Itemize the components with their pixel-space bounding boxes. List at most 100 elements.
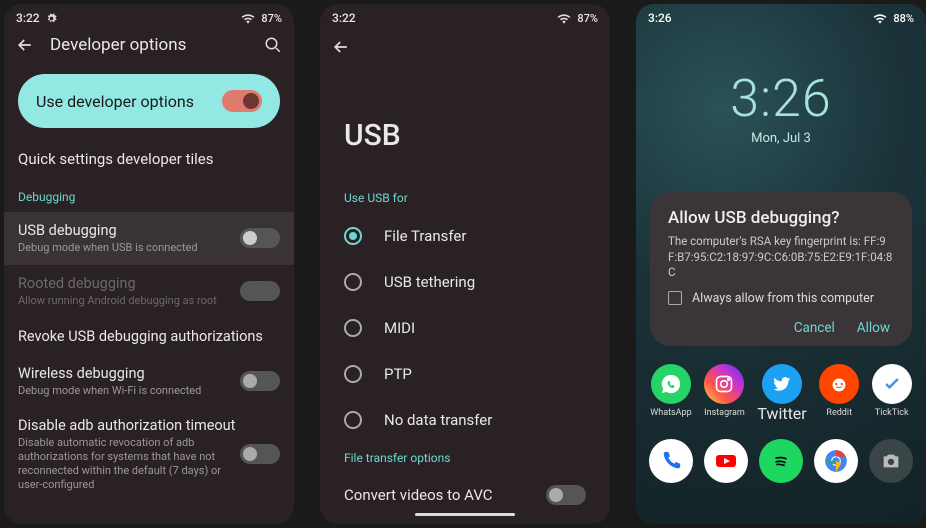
spotify-icon[interactable] xyxy=(759,439,803,483)
wifi-icon xyxy=(241,13,255,24)
wireless-debugging-title: Wireless debugging xyxy=(18,365,240,382)
convert-avc-row[interactable]: Convert videos to AVC xyxy=(320,473,610,517)
twitter-icon xyxy=(762,364,802,404)
radio-label: No data transfer xyxy=(384,411,492,429)
convert-avc-toggle[interactable] xyxy=(546,485,586,505)
dialog-title: Allow USB debugging? xyxy=(668,208,894,228)
usb-debugging-row[interactable]: USB debugging Debug mode when USB is con… xyxy=(4,212,294,265)
search-icon[interactable] xyxy=(262,34,284,56)
always-allow-row[interactable]: Always allow from this computer xyxy=(668,291,894,306)
radio-midi[interactable]: MIDI xyxy=(320,305,610,351)
adb-timeout-title: Disable adb authorization timeout xyxy=(18,417,240,434)
status-bar: 3:22 87% xyxy=(320,4,610,28)
master-toggle-label: Use developer options xyxy=(36,92,222,111)
app-whatsapp[interactable]: WhatsApp xyxy=(650,364,691,423)
lock-screen-dialog: 3:26 88% 3:26 Mon, Jul 3 Allow USB debug… xyxy=(636,4,926,524)
app-label: TickTick xyxy=(875,408,909,418)
revoke-auth-title: Revoke USB debugging authorizations xyxy=(18,328,280,345)
radio-usb-tethering[interactable]: USB tethering xyxy=(320,259,610,305)
radio-icon[interactable] xyxy=(344,273,362,291)
status-bar: 3:26 88% xyxy=(636,4,926,28)
radio-label: File Transfer xyxy=(384,227,466,245)
radio-icon[interactable] xyxy=(344,411,362,429)
master-toggle-row[interactable]: Use developer options xyxy=(18,74,280,128)
usb-debugging-toggle[interactable] xyxy=(240,228,280,248)
usb-debugging-title: USB debugging xyxy=(18,222,240,239)
rooted-debugging-title: Rooted debugging xyxy=(18,275,240,292)
battery-percent: 87% xyxy=(577,12,598,25)
camera-icon[interactable] xyxy=(869,439,913,483)
app-ticktick[interactable]: TickTick xyxy=(872,364,912,423)
cancel-button[interactable]: Cancel xyxy=(794,320,835,336)
dialog-actions: Cancel Allow xyxy=(668,320,894,336)
instagram-icon xyxy=(704,364,744,404)
lock-date: Mon, Jul 3 xyxy=(636,131,926,146)
phone-app-icon[interactable] xyxy=(649,439,693,483)
reddit-icon xyxy=(819,364,859,404)
app-label: WhatsApp xyxy=(650,408,691,418)
battery-percent: 87% xyxy=(261,12,282,25)
status-bar: 3:22 87% xyxy=(4,4,294,28)
status-time: 3:22 xyxy=(16,11,40,25)
wireless-debugging-desc: Debug mode when Wi-Fi is connected xyxy=(18,384,240,398)
wireless-debugging-toggle[interactable] xyxy=(240,371,280,391)
adb-timeout-desc: Disable automatic revocation of adb auth… xyxy=(18,436,240,491)
debugging-section-header: Debugging xyxy=(4,180,294,212)
convert-avc-label: Convert videos to AVC xyxy=(344,486,546,504)
app-bar: Developer options xyxy=(4,28,294,66)
status-time: 3:22 xyxy=(332,11,356,25)
usb-debugging-dialog: Allow USB debugging? The computer's RSA … xyxy=(650,192,912,346)
app-reddit[interactable]: Reddit xyxy=(819,364,859,423)
quick-tiles-row[interactable]: Quick settings developer tiles xyxy=(4,146,294,180)
radio-ptp[interactable]: PTP xyxy=(320,351,610,397)
radio-icon[interactable] xyxy=(344,227,362,245)
app-row: WhatsApp Instagram Twitter Reddit xyxy=(636,346,926,427)
rooted-debugging-desc: Allow running Android debugging as root xyxy=(18,294,240,308)
dock xyxy=(636,427,926,495)
wifi-icon xyxy=(873,13,887,24)
ticktick-icon xyxy=(872,364,912,404)
app-label: Reddit xyxy=(826,408,852,418)
radio-label: USB tethering xyxy=(384,273,475,291)
dialog-body: The computer's RSA key fingerprint is: F… xyxy=(668,234,894,281)
battery-percent: 88% xyxy=(893,12,914,25)
wifi-icon xyxy=(557,13,571,24)
lock-clock: 3:26 Mon, Jul 3 xyxy=(636,28,926,146)
radio-icon[interactable] xyxy=(344,319,362,337)
page-title: USB xyxy=(320,68,610,183)
adb-timeout-toggle[interactable] xyxy=(240,444,280,464)
radio-label: MIDI xyxy=(384,319,415,337)
developer-options-screen: 3:22 87% Developer options Use developer… xyxy=(4,4,294,524)
app-twitter[interactable]: Twitter xyxy=(757,364,806,423)
radio-icon[interactable] xyxy=(344,365,362,383)
youtube-icon[interactable] xyxy=(704,439,748,483)
rooted-debugging-row: Rooted debugging Allow running Android d… xyxy=(4,265,294,318)
chrome-icon[interactable] xyxy=(814,439,858,483)
use-usb-for-header: Use USB for xyxy=(320,183,610,213)
radio-label: PTP xyxy=(384,365,412,383)
lock-time: 3:26 xyxy=(636,68,926,129)
app-bar xyxy=(320,28,610,68)
radio-file-transfer[interactable]: File Transfer xyxy=(320,213,610,259)
always-allow-label: Always allow from this computer xyxy=(692,291,874,306)
usb-debugging-desc: Debug mode when USB is connected xyxy=(18,241,240,255)
app-label: Instagram xyxy=(704,408,745,418)
back-icon[interactable] xyxy=(14,34,36,56)
back-icon[interactable] xyxy=(330,36,352,58)
master-toggle-switch[interactable] xyxy=(222,90,262,112)
adb-timeout-row[interactable]: Disable adb authorization timeout Disabl… xyxy=(4,407,294,501)
radio-no-data-transfer[interactable]: No data transfer xyxy=(320,397,610,443)
checkbox-icon[interactable] xyxy=(668,291,682,305)
usb-preferences-screen: 3:22 87% USB Use USB for File Transfer U… xyxy=(320,4,610,524)
revoke-auth-row[interactable]: Revoke USB debugging authorizations xyxy=(4,318,294,355)
nav-handle[interactable] xyxy=(415,513,515,516)
app-label: Twitter xyxy=(757,404,806,423)
rooted-debugging-toggle xyxy=(240,281,280,301)
page-title: Developer options xyxy=(50,35,262,55)
app-instagram[interactable]: Instagram xyxy=(704,364,745,423)
file-transfer-options-header: File transfer options xyxy=(320,443,610,473)
status-time: 3:26 xyxy=(648,11,672,25)
wireless-debugging-row[interactable]: Wireless debugging Debug mode when Wi-Fi… xyxy=(4,355,294,408)
allow-button[interactable]: Allow xyxy=(857,320,890,336)
whatsapp-icon xyxy=(651,364,691,404)
